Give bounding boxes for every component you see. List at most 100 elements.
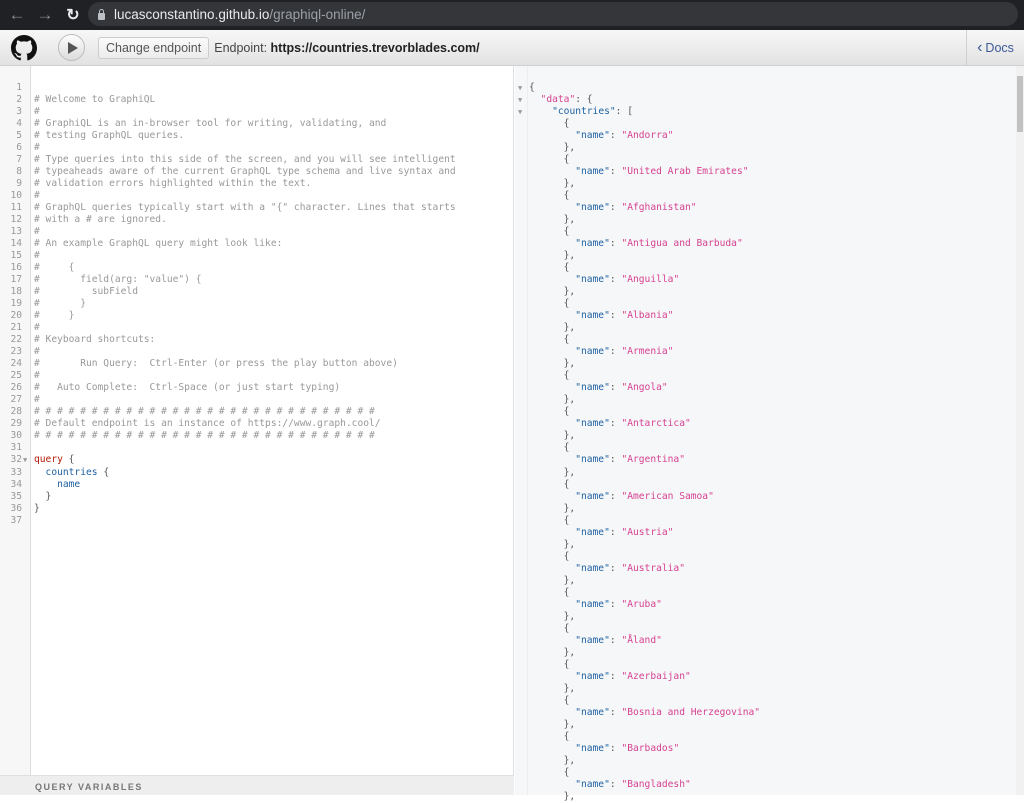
line-number: 37: [10, 514, 22, 526]
json-punct: },: [529, 430, 576, 442]
line-number: 20: [10, 310, 22, 322]
json-key: name: [580, 310, 605, 322]
json-punct: ": [529, 742, 581, 754]
result-line: {: [515, 731, 760, 743]
json-punct: ": [684, 670, 691, 682]
country-name: Azerbaijan: [627, 670, 685, 682]
run-query-button[interactable]: [58, 34, 85, 61]
json-punct: ": [684, 778, 691, 790]
query-code[interactable]: 1 2 # Welcome to GraphiQL 3 #4 # GraphiQL is …: [0, 82, 514, 527]
json-key: name: [580, 670, 605, 682]
code-token: #: [34, 322, 40, 334]
country-name: Afghanistan: [627, 202, 691, 214]
result-line: },: [515, 430, 760, 442]
forward-icon[interactable]: →: [34, 5, 56, 25]
result-line: },: [515, 394, 760, 406]
code-token: # with a # are ignored.: [34, 214, 167, 226]
chevron-left-icon: ‹: [977, 38, 983, 56]
country-name: Bangladesh: [627, 778, 685, 790]
json-punct: ": [679, 562, 685, 574]
code-line: 23 #: [0, 346, 514, 358]
json-punct: ": [673, 274, 680, 286]
json-punct: :: [609, 346, 622, 358]
code-line: 34 name: [0, 479, 514, 491]
docs-button[interactable]: ‹ Docs: [966, 30, 1024, 65]
line-number: 34: [10, 478, 22, 490]
change-endpoint-button[interactable]: Change endpoint: [98, 36, 210, 59]
json-key: name: [580, 130, 605, 142]
code-line: 33 countries {: [0, 467, 514, 479]
result-line: {: [515, 262, 760, 274]
back-icon[interactable]: ←: [6, 5, 28, 25]
json-punct: ": [708, 490, 714, 502]
result-line: {: [515, 479, 760, 491]
json-punct: },: [529, 358, 576, 370]
json-punct: ": [529, 634, 581, 646]
result-line: {: [515, 406, 760, 418]
json-punct: ": [529, 454, 581, 466]
result-line: "name": "Argentina": [515, 454, 760, 466]
query-editor[interactable]: 1 2 # Welcome to GraphiQL 3 #4 # GraphiQL is …: [0, 66, 514, 775]
json-punct: {: [529, 406, 570, 418]
json-punct: ": [529, 130, 581, 142]
json-key: name: [580, 742, 605, 754]
query-variables-header[interactable]: QUERY VARIABLES: [0, 775, 514, 795]
line-number: 11: [10, 202, 22, 214]
code-token: # # # # # # # # # # # # # # # # # # # # …: [34, 430, 375, 442]
code-token: # Keyboard shortcuts:: [34, 334, 156, 346]
result-line: {: [515, 695, 760, 707]
code-line: 16 # {: [0, 262, 514, 274]
json-key: name: [580, 346, 605, 358]
line-number: 4: [16, 118, 22, 130]
code-line: 37: [0, 515, 514, 527]
result-line: {: [515, 659, 760, 671]
json-punct: :: [609, 634, 622, 646]
json-punct: ": [529, 274, 581, 286]
json-punct: :: [609, 382, 622, 394]
json-punct: :: [609, 742, 622, 754]
line-number: 16: [10, 262, 22, 274]
result-line: },: [515, 178, 760, 190]
result-line: {: [515, 767, 760, 779]
code-line: 18 # subField: [0, 286, 514, 298]
result-line: },: [515, 142, 760, 154]
github-icon[interactable]: [11, 34, 37, 61]
code-token: # GraphiQL is an in-browser tool for wri…: [34, 118, 387, 130]
code-token: query: [34, 454, 63, 466]
line-number: 35: [10, 490, 22, 502]
result-line: "name": "Anguilla": [515, 274, 760, 286]
code-line: 20 # }: [0, 310, 514, 322]
code-line: 22 # Keyboard shortcuts:: [0, 334, 514, 346]
code-line: 10 #: [0, 190, 514, 202]
fold-icon[interactable]: ▼: [518, 94, 522, 106]
json-punct: },: [529, 790, 576, 802]
line-number: 22: [10, 334, 22, 346]
lock-icon: [98, 8, 105, 20]
json-punct: },: [529, 610, 576, 622]
line-number: 9: [16, 178, 22, 190]
code-line: 6 #: [0, 142, 514, 154]
reload-icon[interactable]: ↻: [62, 5, 84, 25]
code-token: #: [34, 250, 40, 262]
code-token: {: [97, 466, 110, 478]
address-bar[interactable]: lucasconstantino.github.io/graphiql-onli…: [88, 2, 1018, 26]
result-line: },: [515, 719, 760, 731]
country-name: Albania: [627, 310, 668, 322]
result-line: {: [515, 442, 760, 454]
code-token: # GraphQL queries typically start with a…: [34, 202, 456, 214]
result-line: },: [515, 539, 760, 551]
code-token: #: [34, 142, 40, 154]
fold-icon[interactable]: ▼: [518, 106, 522, 118]
json-punct: :: [609, 598, 622, 610]
json-key: name: [580, 166, 605, 178]
result-scrollbar[interactable]: [1016, 66, 1024, 795]
line-number: 26: [10, 382, 22, 394]
fold-icon[interactable]: ▼: [518, 82, 522, 94]
result-pane: ▼{▼ "data": {▼ "countries": [ { "name": …: [515, 66, 1016, 802]
json-key: name: [580, 562, 605, 574]
json-punct: },: [529, 214, 576, 226]
fold-icon[interactable]: ▼: [23, 454, 27, 466]
json-punct: ": [529, 526, 581, 538]
scrollbar-thumb[interactable]: [1017, 76, 1023, 132]
json-punct: ": [529, 706, 581, 718]
